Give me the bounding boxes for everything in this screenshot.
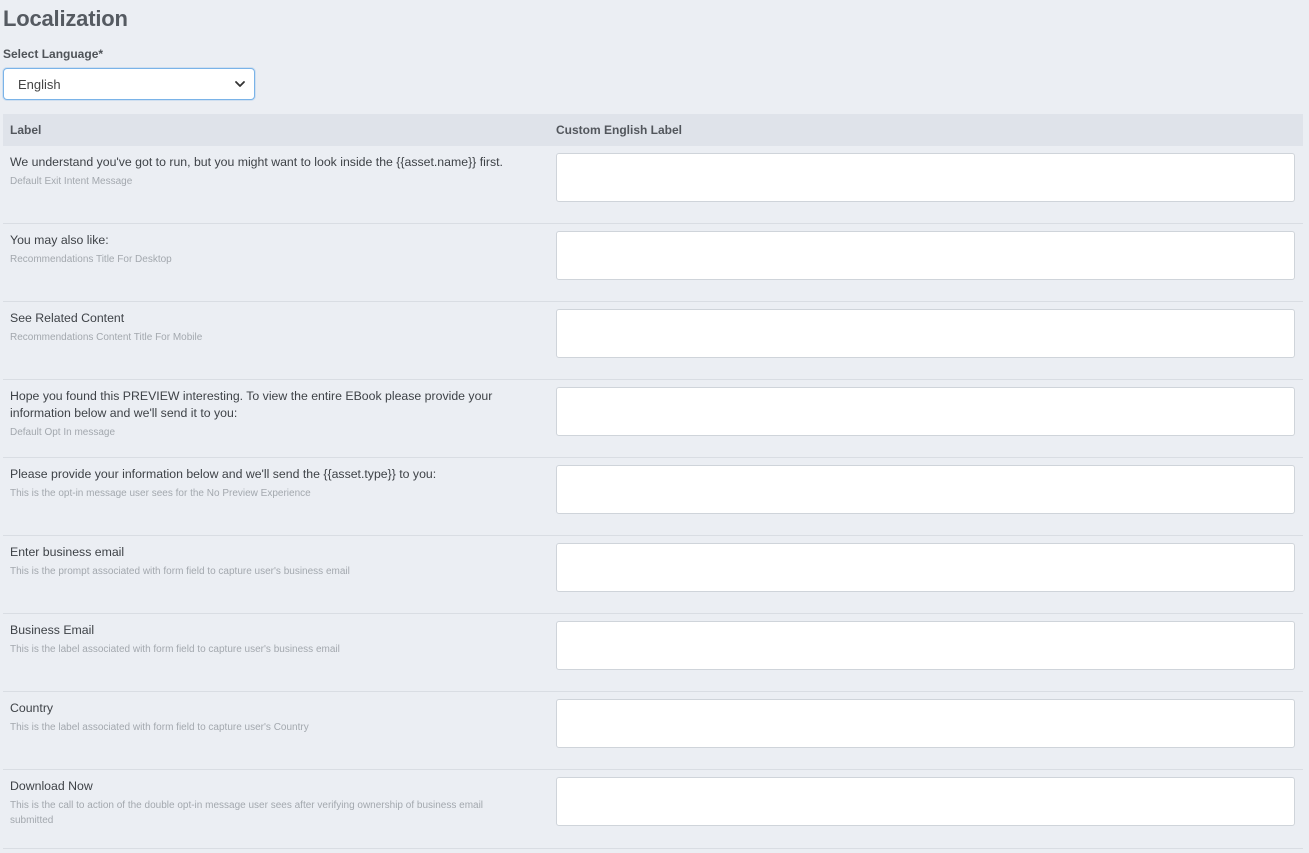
language-select[interactable]: English bbox=[3, 68, 255, 100]
table-row: Download Now This is the call to action … bbox=[3, 770, 1303, 849]
column-header-custom-label: Custom English Label bbox=[556, 123, 683, 137]
row-description: Recommendations Title For Desktop bbox=[10, 254, 172, 265]
row-description: Default Opt In message bbox=[10, 427, 116, 438]
row-label: Business Email bbox=[10, 623, 95, 637]
table-row: We understand you've got to run, but you… bbox=[3, 146, 1303, 224]
row-label: Enter business email bbox=[10, 545, 125, 559]
table-row: Country This is the label associated wit… bbox=[3, 692, 1303, 770]
row-label: Download Now bbox=[10, 779, 93, 793]
row-description: This is the call to action of the double… bbox=[10, 800, 484, 826]
table-row: You may also like: Recommendations Title… bbox=[3, 224, 1303, 302]
custom-label-input[interactable] bbox=[556, 309, 1295, 358]
row-label: We understand you've got to run, but you… bbox=[10, 155, 503, 169]
row-description: This is the prompt associated with form … bbox=[10, 566, 350, 577]
custom-label-input[interactable] bbox=[556, 387, 1295, 436]
table-header: Label Custom English Label bbox=[3, 114, 1303, 146]
row-label: You may also like: bbox=[10, 233, 109, 247]
custom-label-input[interactable] bbox=[556, 777, 1295, 826]
custom-label-input[interactable] bbox=[556, 153, 1295, 202]
table-row: See Related Content Recommendations Cont… bbox=[3, 302, 1303, 380]
row-label: Please provide your information below an… bbox=[10, 467, 437, 481]
row-label: Country bbox=[10, 701, 54, 715]
row-description: This is the label associated with form f… bbox=[10, 644, 340, 655]
custom-label-input[interactable] bbox=[556, 621, 1295, 670]
table-row: Hope you found this PREVIEW interesting.… bbox=[3, 380, 1303, 458]
table-row: Enter business email This is the prompt … bbox=[3, 536, 1303, 614]
custom-label-input[interactable] bbox=[556, 231, 1295, 280]
row-label: Hope you found this PREVIEW interesting.… bbox=[10, 389, 493, 420]
custom-label-input[interactable] bbox=[556, 699, 1295, 748]
table-row: Business Email This is the label associa… bbox=[3, 614, 1303, 692]
row-description: This is the opt-in message user sees for… bbox=[10, 488, 311, 499]
custom-label-input[interactable] bbox=[556, 543, 1295, 592]
page-title: Localization bbox=[3, 6, 128, 31]
select-language-label: Select Language* bbox=[3, 47, 104, 61]
row-description: Recommendations Content Title For Mobile bbox=[10, 332, 203, 343]
column-header-label: Label bbox=[10, 123, 42, 137]
row-description: Default Exit Intent Message bbox=[10, 176, 133, 187]
row-description: This is the label associated with form f… bbox=[10, 722, 309, 733]
custom-label-input[interactable] bbox=[556, 465, 1295, 514]
table-row: Please provide your information below an… bbox=[3, 458, 1303, 536]
language-select-value: English bbox=[18, 76, 61, 92]
row-label: See Related Content bbox=[10, 311, 125, 325]
chevron-down-icon bbox=[235, 81, 245, 87]
